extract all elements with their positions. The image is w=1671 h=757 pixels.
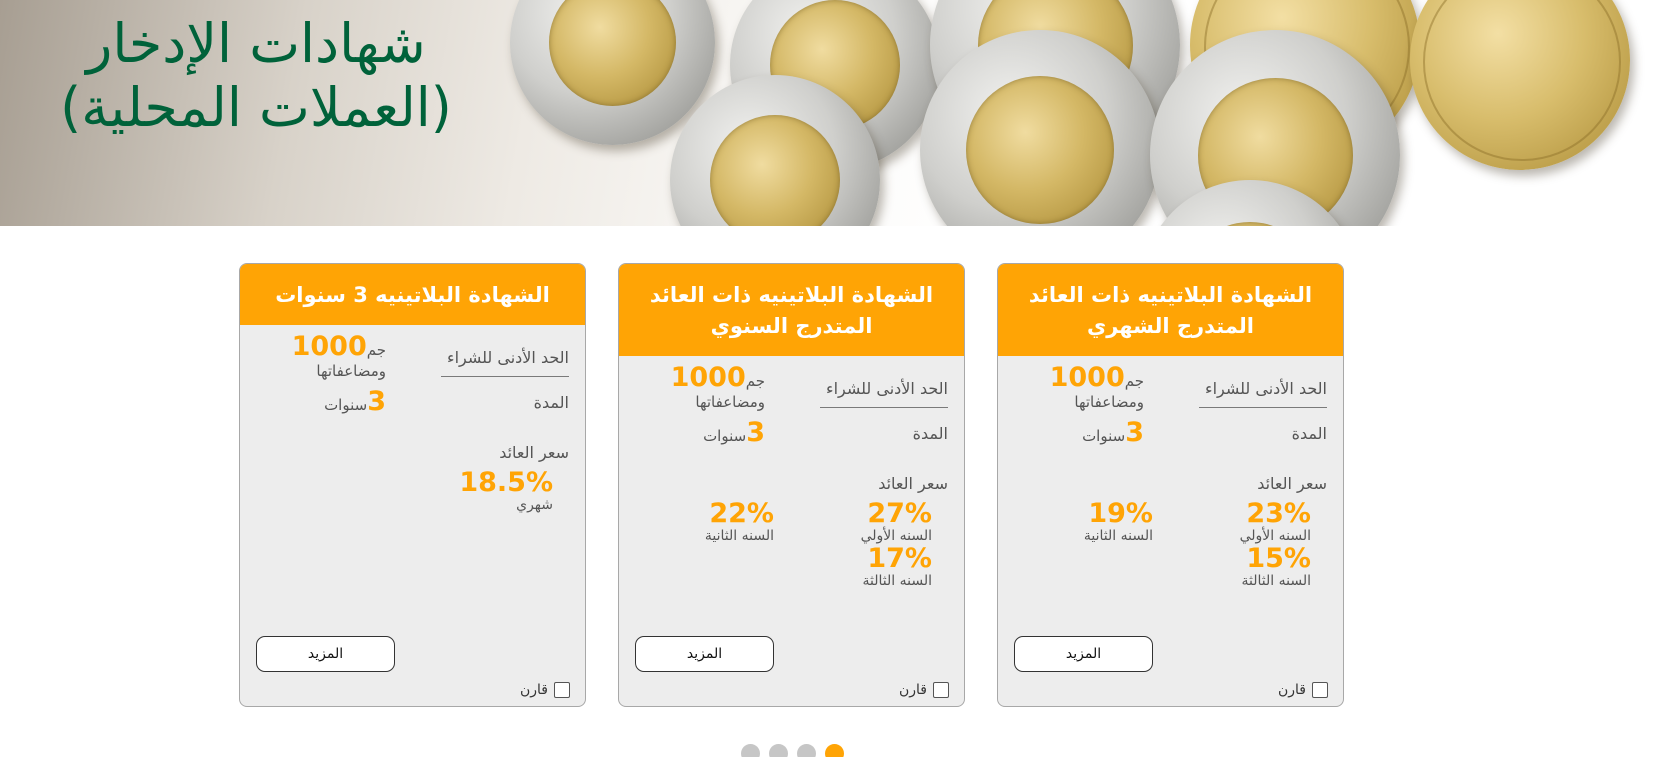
currency-unit: جم [366, 341, 386, 359]
min-amount: 1000 [1049, 362, 1125, 393]
rate-percent: 27% [867, 498, 932, 529]
duration-unit: سنوات [324, 396, 368, 414]
compare-label: قارن [899, 682, 927, 698]
rate-year-1: 23% السنه الأولي [1239, 498, 1311, 545]
rate-year-label: السنه الأولي [1239, 528, 1311, 544]
duration-value: 3سنوات [240, 386, 386, 417]
rate-percent: 23% [1246, 498, 1311, 529]
rate-year-2: 19% السنه الثانية [1083, 498, 1153, 545]
rate-percent: 18.5% [459, 467, 553, 498]
min-purchase-value: جم1000 ومضاعفاتها [998, 362, 1144, 412]
duration-value: 3سنوات [998, 417, 1144, 448]
min-purchase-label: الحد الأدنى للشراء [820, 379, 948, 408]
checkbox-box[interactable] [554, 682, 570, 698]
duration-label: المدة [1291, 424, 1327, 443]
card-title: الشهادة البلاتينيه 3 سنوات [240, 264, 585, 325]
min-purchase-value: جم1000 ومضاعفاتها [240, 331, 386, 381]
duration-number: 3 [367, 386, 386, 417]
certificate-card-monthly-graduated: الشهادة البلاتينيه ذات العائد المتدرج ال… [997, 263, 1344, 707]
banner-title-line2: (العملات المحلية) [60, 76, 452, 139]
duration-label: المدة [533, 393, 569, 412]
currency-unit: جم [745, 372, 765, 390]
compare-checkbox[interactable]: قارن [899, 680, 949, 700]
min-amount: 1000 [291, 331, 367, 362]
rate-year-3: 17% السنه الثالثة [862, 543, 932, 590]
currency-unit: جم [1124, 372, 1144, 390]
rate-year-label: السنه الأولي [860, 528, 932, 544]
hero-banner: شهادات الإدخار (العملات المحلية) [0, 0, 1671, 226]
duration-label: المدة [912, 424, 948, 443]
rate-year-3: 15% السنه الثالثة [1241, 543, 1311, 590]
min-purchase-label: الحد الأدنى للشراء [441, 348, 569, 377]
certificate-card-3-years: الشهادة البلاتينيه 3 سنوات الحد الأدنى ل… [239, 263, 586, 707]
compare-checkbox[interactable]: قارن [1278, 680, 1328, 700]
pager-dot-3[interactable] [797, 744, 816, 757]
compare-label: قارن [1278, 682, 1306, 698]
rate-label: سعر العائد [878, 474, 948, 493]
rate-percent: 22% [709, 498, 774, 529]
rate-percent: 15% [1246, 543, 1311, 574]
card-title: الشهادة البلاتينيه ذات العائد المتدرج ال… [998, 264, 1343, 356]
duration-number: 3 [1125, 417, 1144, 448]
rate-year-label: السنه الثالثة [862, 573, 932, 589]
compare-label: قارن [520, 682, 548, 698]
duration-unit: سنوات [1082, 427, 1126, 445]
duration-number: 3 [746, 417, 765, 448]
banner-title-line1: شهادات الإدخار [86, 12, 426, 75]
certificates-carousel: الشهادة البلاتينيه 3 سنوات الحد الأدنى ل… [239, 263, 1345, 709]
multiples-note: ومضاعفاتها [1074, 393, 1144, 411]
rate-year-1: 27% السنه الأولي [860, 498, 932, 545]
certificate-card-annual-graduated: الشهادة البلاتينيه ذات العائد المتدرج ال… [618, 263, 965, 707]
pager-dot-1[interactable] [741, 744, 760, 757]
multiples-note: ومضاعفاتها [695, 393, 765, 411]
banner-title: شهادات الإدخار (العملات المحلية) [36, 12, 476, 140]
rate-label: سعر العائد [499, 443, 569, 462]
checkbox-box[interactable] [933, 682, 949, 698]
duration-unit: سنوات [703, 427, 747, 445]
compare-checkbox[interactable]: قارن [520, 680, 570, 700]
more-button[interactable]: المزيد [256, 636, 395, 672]
carousel-pager [741, 744, 844, 757]
checkbox-box[interactable] [1312, 682, 1328, 698]
rate-percent: 19% [1088, 498, 1153, 529]
rate-item: 18.5% شهري [459, 467, 553, 514]
rate-period: شهري [516, 497, 553, 513]
pager-dot-4[interactable] [825, 744, 844, 757]
multiples-note: ومضاعفاتها [316, 362, 386, 380]
duration-value: 3سنوات [619, 417, 765, 448]
more-button[interactable]: المزيد [1014, 636, 1153, 672]
min-purchase-value: جم1000 ومضاعفاتها [619, 362, 765, 412]
card-title: الشهادة البلاتينيه ذات العائد المتدرج ال… [619, 264, 964, 356]
coins-image [510, 0, 1671, 226]
more-button[interactable]: المزيد [635, 636, 774, 672]
rate-percent: 17% [867, 543, 932, 574]
rate-year-label: السنه الثانية [704, 528, 774, 544]
rate-year-label: السنه الثانية [1083, 528, 1153, 544]
rate-label: سعر العائد [1257, 474, 1327, 493]
min-purchase-label: الحد الأدنى للشراء [1199, 379, 1327, 408]
rate-year-2: 22% السنه الثانية [704, 498, 774, 545]
rate-year-label: السنه الثالثة [1241, 573, 1311, 589]
min-amount: 1000 [670, 362, 746, 393]
pager-dot-2[interactable] [769, 744, 788, 757]
